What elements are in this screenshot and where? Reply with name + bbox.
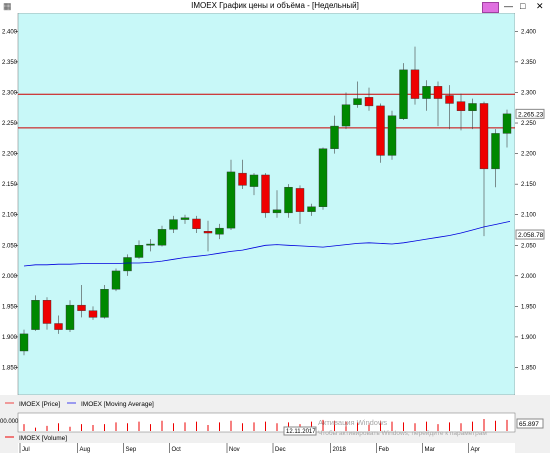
candle-body	[238, 172, 247, 186]
candle-body	[353, 98, 362, 105]
candle-body	[295, 188, 305, 212]
candle-body	[249, 174, 259, 187]
y-tick-label-right: 2.250	[521, 121, 537, 127]
x-axis-bar	[18, 443, 515, 453]
candle-body	[100, 289, 109, 318]
candle-body	[422, 86, 431, 99]
y-tick-label-right: 2.350	[521, 60, 537, 66]
candle-body	[479, 103, 489, 170]
y-tick-label-left: 1.850	[2, 365, 18, 371]
x-tick-label: Mar	[425, 447, 435, 453]
candle-body	[468, 103, 477, 111]
price-chart[interactable]: 1.850 1.900 1.950 2.000 2.050 2.100 2.150 2.200…	[0, 13, 550, 453]
candle-body	[284, 186, 293, 214]
candle-body	[410, 69, 420, 99]
candle-body	[433, 86, 443, 99]
candle-body	[42, 300, 52, 324]
legend-price-label: IMOEX [Price]	[19, 401, 60, 408]
volume-axis-label: 00.000	[0, 419, 19, 425]
last-price-label: 2.265.23	[518, 111, 544, 118]
candle-body	[330, 125, 339, 149]
y-tick-label-right: 1.950	[521, 304, 537, 310]
maximize-button[interactable]: □	[520, 1, 525, 11]
app-window: ▦ IMOEX График цены и объёма - [Недельны…	[0, 0, 550, 453]
y-tick-label-right: 2.000	[521, 274, 537, 280]
y-tick-label-right: 2.400	[521, 29, 537, 35]
legend-ma-label: IMOEX [Moving Average]	[81, 401, 154, 408]
y-tick-label-left: 1.900	[2, 335, 18, 341]
x-tick-label: Dec	[275, 447, 286, 453]
candle-body	[364, 97, 374, 107]
candle-body	[111, 270, 121, 290]
y-tick-label-left: 2.350	[2, 60, 18, 66]
last-price-tag: 2.265.23	[515, 108, 545, 119]
pin-button[interactable]	[482, 2, 499, 13]
y-tick-label-right: 2.100	[521, 213, 537, 219]
y-tick-label-right: 2.200	[521, 152, 537, 158]
y-tick-label-right: 2.300	[521, 90, 537, 96]
candle-body	[157, 229, 167, 246]
candle-body	[272, 209, 282, 214]
candle-body	[445, 95, 454, 104]
candle-body	[192, 218, 201, 229]
candle-body	[491, 133, 500, 170]
y-tick-label-left: 2.050	[2, 243, 18, 249]
candle-body	[399, 69, 408, 119]
candle-body	[180, 217, 190, 220]
title-bar: ▦ IMOEX График цены и объёма - [Недельны…	[0, 0, 550, 14]
y-tick-label-right: 2.150	[521, 182, 537, 188]
ma-price-tag: 2.058.78	[515, 229, 545, 240]
y-tick-label-left: 2.000	[2, 274, 18, 280]
x-tick-label: Nov	[229, 447, 240, 453]
candle-body	[261, 174, 270, 214]
candle-body	[341, 104, 351, 127]
watermark-title: Активация Windows	[318, 418, 387, 427]
candle-body	[77, 304, 86, 311]
candle-body	[54, 323, 63, 330]
candle-body	[307, 206, 316, 212]
volume-value-label: 65.897	[519, 421, 539, 428]
candle-body	[376, 105, 385, 156]
candle-body	[456, 101, 466, 111]
minimize-button[interactable]: —	[504, 1, 513, 11]
cursor-date-label: 12.11.2017	[286, 429, 316, 435]
x-tick-label: Oct	[172, 447, 182, 453]
y-tick-label-left: 2.300	[2, 90, 18, 96]
candle-body	[215, 227, 224, 235]
y-tick-label-left: 2.100	[2, 213, 18, 219]
candle-body	[387, 115, 397, 156]
y-tick-label-left: 2.150	[2, 182, 18, 188]
window-title: IMOEX График цены и объёма - [Недельный]	[191, 1, 359, 10]
watermark-subtitle: Чтобы активировать Windows, перейдите к …	[318, 429, 487, 437]
candle-body	[146, 243, 155, 246]
y-tick-label-left: 1.950	[2, 304, 18, 310]
y-tick-label-left: 2.250	[2, 121, 18, 127]
y-tick-label-right: 1.850	[521, 365, 537, 371]
y-tick-label-left: 2.400	[2, 29, 18, 35]
x-tick-label: Sep	[126, 447, 137, 453]
x-tick-label: 2018	[333, 447, 347, 453]
candle-body	[65, 304, 75, 330]
candle-body	[19, 333, 29, 352]
x-tick-label: Apr	[471, 447, 480, 453]
y-tick-label-right: 1.900	[521, 335, 537, 341]
candle-body	[123, 257, 132, 272]
x-tick-label: Aug	[80, 447, 91, 453]
candle-body	[88, 310, 98, 318]
y-tick-label-right: 2.050	[521, 243, 537, 249]
ma-price-label: 2.058.78	[518, 232, 544, 239]
y-tick-label-left: 2.200	[2, 152, 18, 158]
candle-body	[318, 148, 328, 207]
volume-legend-label: IMOEX [Volume]	[19, 435, 67, 442]
candle-body	[226, 171, 236, 229]
x-tick-label: Feb	[379, 447, 390, 453]
candle-body	[169, 219, 178, 230]
candle-body	[203, 230, 213, 234]
close-button[interactable]: ✕	[536, 1, 544, 11]
candle-body	[502, 113, 512, 134]
candle-body	[31, 300, 40, 330]
candle-body	[134, 245, 144, 258]
x-tick-label: Jul	[22, 447, 30, 453]
